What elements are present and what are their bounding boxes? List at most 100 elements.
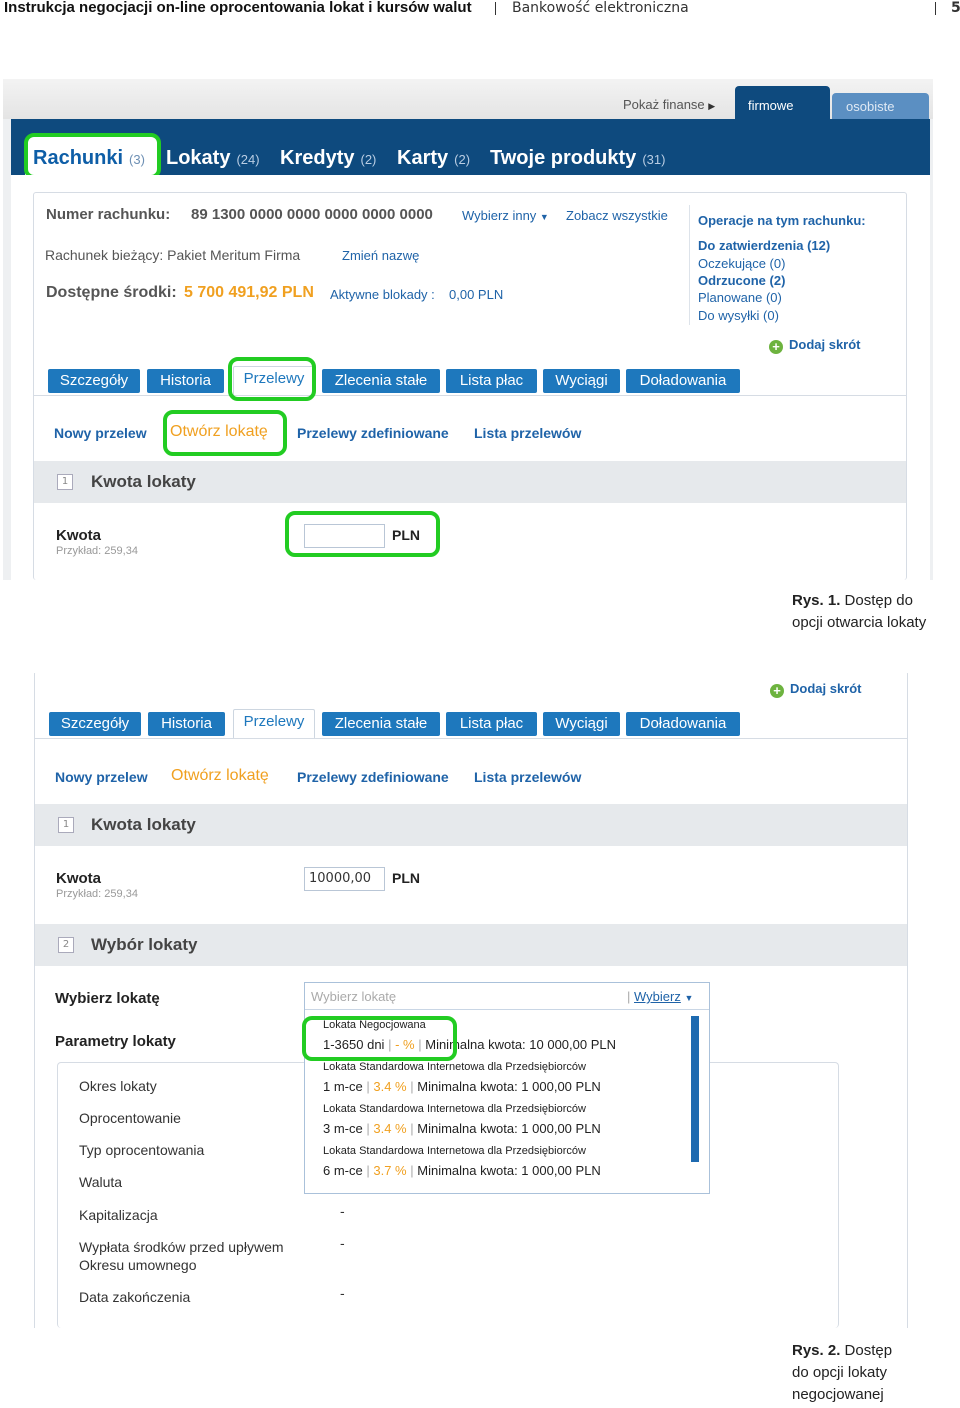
highlight-amount-input: [285, 511, 440, 557]
param-wyplata-value: -: [340, 1235, 345, 1251]
tab-twoje-produkty[interactable]: Twoje produkty (31): [490, 147, 665, 170]
amount-hint: Przykład: 259,34: [56, 888, 138, 900]
link-nowy-przelew[interactable]: Nowy przelew: [55, 769, 148, 785]
operations-title: Operacje na tym rachunku:: [698, 213, 866, 228]
document-section: Bankowość elektroniczna: [512, 0, 689, 16]
show-finance-link[interactable]: Pokaż finanse ▶: [623, 97, 715, 112]
step-1-number: 1: [58, 817, 74, 833]
option-details: 3 m-ce | 3.4 % | Minimalna kwota: 1 000,…: [323, 1121, 601, 1136]
tab-karty[interactable]: Karty (2): [397, 147, 470, 170]
tab-wyciagi[interactable]: Wyciągi: [543, 712, 620, 736]
figure-2-text-line3: negocjowanej: [792, 1386, 884, 1403]
highlight-rachunki: [24, 133, 161, 179]
highlight-przelewy: [228, 357, 316, 401]
option-details: 1 m-ce | 3.4 % | Minimalna kwota: 1 000,…: [323, 1079, 601, 1094]
param-waluta: Waluta: [79, 1174, 123, 1190]
tab-lokaty[interactable]: Lokaty (24): [166, 147, 260, 170]
header-divider: [935, 2, 936, 15]
chevron-down-icon: ▼: [539, 212, 549, 222]
highlight-lokata-negocjowana: [302, 1016, 457, 1061]
tab-zlecenia-stale[interactable]: Zlecenia stałe: [322, 369, 440, 393]
amount-hint: Przykład: 259,34: [56, 545, 138, 557]
choose-deposit-label: Wybierz lokatę: [55, 990, 160, 1007]
link-nowy-przelew[interactable]: Nowy przelew: [54, 425, 147, 441]
link-przelewy-zdefiniowane[interactable]: Przelewy zdefiniowane: [297, 769, 449, 785]
ops-to-send[interactable]: Do wysyłki (0): [698, 308, 779, 323]
option-details: 6 m-ce | 3.7 % | Minimalna kwota: 1 000,…: [323, 1163, 601, 1178]
param-okres-lokaty: Okres lokaty: [79, 1078, 157, 1094]
tab-historia[interactable]: Historia: [148, 712, 225, 736]
available-funds-value: 5 700 491,92 PLN: [184, 284, 314, 301]
tab-przelewy[interactable]: Przelewy: [233, 709, 315, 739]
link-otworz-lokate[interactable]: Otwórz lokatę: [171, 767, 269, 785]
available-funds-label: Dostępne środki:: [46, 284, 177, 301]
tab-lista-plac[interactable]: Lista płac: [446, 369, 537, 393]
step-1-number: 1: [57, 474, 73, 490]
tab-szczegoly[interactable]: Szczegóły: [49, 712, 141, 736]
step-1-title: Kwota lokaty: [91, 815, 196, 834]
dropdown-scrollbar[interactable]: [691, 1016, 699, 1162]
select-placeholder: Wybierz lokatę: [311, 989, 397, 1004]
currency-label: PLN: [392, 870, 420, 886]
chevron-down-icon: ▼: [684, 993, 694, 1003]
tab-szczegoly[interactable]: Szczegóły: [48, 369, 140, 393]
step-1-title: Kwota lokaty: [91, 472, 196, 491]
param-kapitalizacja: Kapitalizacja: [79, 1207, 158, 1223]
tab-osobiste[interactable]: osobiste: [832, 93, 929, 119]
step-2-title: Wybór lokaty: [91, 935, 198, 954]
document-title: Instrukcja negocjacji on-line oprocentow…: [4, 0, 472, 16]
document-header: Instrukcja negocjacji on-line oprocentow…: [0, 0, 960, 18]
link-przelewy-zdefiniowane[interactable]: Przelewy zdefiniowane: [297, 425, 449, 441]
option-name: Lokata Standardowa Internetowa dla Przed…: [323, 1061, 586, 1073]
page-number: 5: [951, 0, 960, 16]
param-kapitalizacja-value: -: [340, 1203, 345, 1219]
active-blocks-label[interactable]: Aktywne blokady :: [330, 287, 435, 302]
add-shortcut-link[interactable]: + Dodaj skrót: [769, 337, 861, 354]
amount-label: Kwota: [56, 870, 101, 887]
param-oprocentowanie: Oprocentowanie: [79, 1110, 181, 1126]
param-data-value: -: [340, 1285, 345, 1301]
account-number: 89 1300 0000 0000 0000 0000 0000: [191, 206, 433, 223]
ops-planned[interactable]: Planowane (0): [698, 290, 782, 305]
link-lista-przelewow[interactable]: Lista przelewów: [474, 769, 581, 785]
ops-to-approve[interactable]: Do zatwierdzenia (12): [698, 238, 830, 253]
deposit-select-dropdown[interactable]: Wybierz lokatę | Wybierz ▼ Lokata Negocj…: [304, 982, 710, 1194]
figure-1-number: Rys. 1.: [792, 592, 841, 609]
account-number-label: Numer rachunku:: [46, 206, 171, 223]
tab-kredyty[interactable]: Kredyty (2): [280, 147, 376, 170]
header-divider: [495, 2, 496, 15]
figure-2-text-line2: do opcji lokaty: [792, 1364, 888, 1381]
step-2-number: 2: [58, 937, 74, 953]
choose-other-account-dropdown[interactable]: Wybierz inny ▼: [462, 208, 549, 223]
highlight-otworz-lokate: [163, 410, 287, 456]
plus-icon: +: [770, 684, 784, 698]
tab-historia[interactable]: Historia: [147, 369, 224, 393]
link-lista-przelewow[interactable]: Lista przelewów: [474, 425, 581, 441]
active-blocks-value[interactable]: 0,00 PLN: [449, 287, 503, 302]
ops-pending[interactable]: Oczekujące (0): [698, 256, 785, 271]
tab-doladowania[interactable]: Doładowania: [626, 369, 740, 393]
rename-link[interactable]: Zmień nazwę: [342, 248, 419, 263]
amount-input[interactable]: 10000,00: [304, 867, 385, 891]
screenshot-figure-1: Pokaż finanse ▶ firmowe osobiste Rachunk…: [3, 79, 933, 580]
param-wyplata: Wypłata środków przed upływem: [79, 1239, 284, 1255]
tab-doladowania[interactable]: Doładowania: [626, 712, 740, 736]
plus-icon: +: [769, 340, 783, 354]
tab-wyciagi[interactable]: Wyciągi: [543, 369, 620, 393]
account-name: Rachunek bieżący: Pakiet Meritum Firma: [45, 247, 301, 263]
triangle-right-icon: ▶: [708, 101, 716, 111]
ops-rejected[interactable]: Odrzucone (2): [698, 273, 785, 288]
select-divider: [305, 1009, 709, 1010]
operations-divider: [689, 205, 690, 325]
add-shortcut-link[interactable]: + Dodaj skrót: [770, 681, 862, 698]
tab-lista-plac[interactable]: Lista płac: [446, 712, 537, 736]
param-data-zakonczenia: Data zakończenia: [79, 1289, 191, 1305]
select-button[interactable]: | Wybierz ▼: [627, 989, 693, 1004]
tab-firmowe[interactable]: firmowe: [735, 86, 830, 119]
figure-1-caption: Rys. 1. Dostęp do opcji otwarcia lokaty: [792, 590, 942, 634]
tab-zlecenia-stale[interactable]: Zlecenia stałe: [322, 712, 440, 736]
amount-label: Kwota: [56, 527, 101, 544]
figure-2-text-line1: Dostęp: [844, 1342, 893, 1359]
see-all-link[interactable]: Zobacz wszystkie: [566, 208, 668, 223]
param-typ-oprocentowania: Typ oprocentowania: [79, 1142, 205, 1158]
